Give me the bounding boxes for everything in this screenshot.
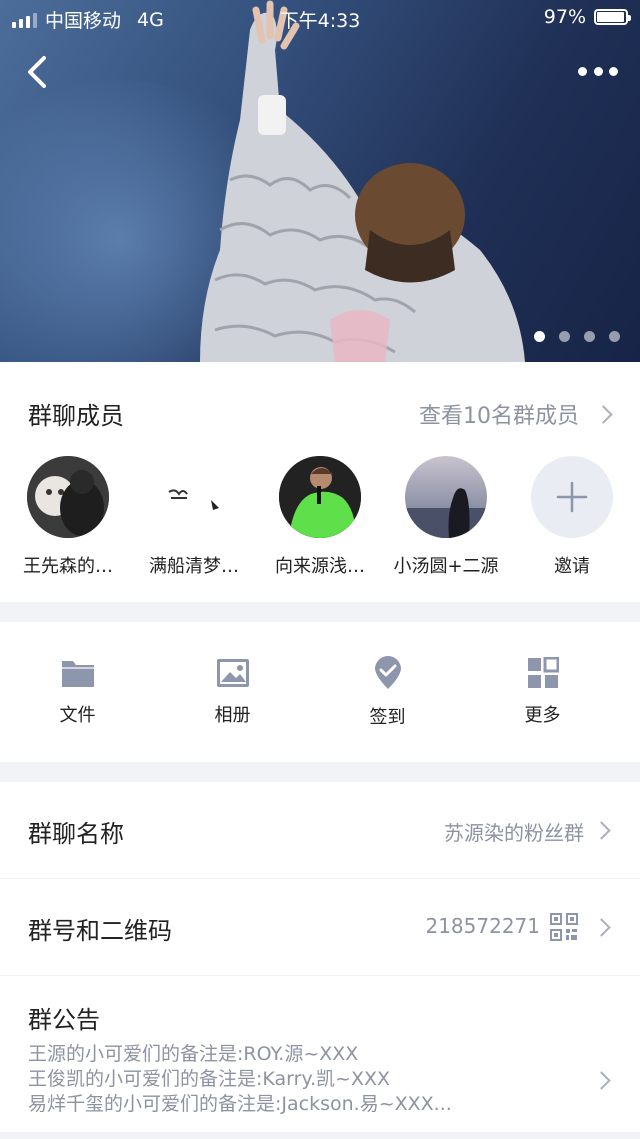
- invite-member-button[interactable]: 邀请: [509, 456, 635, 578]
- group-notice-label: 群公告: [28, 1006, 100, 1034]
- avatar: [153, 456, 235, 538]
- members-section: 群聊成员 查看10名群成员 王先森的… 满船清梦… 向来源浅… 小汤圆+二源 邀…: [0, 362, 640, 602]
- group-name-label: 群聊名称: [28, 820, 124, 848]
- member-name: 满船清梦…: [149, 556, 239, 577]
- section-divider: [0, 602, 640, 622]
- chevron-right-icon: [592, 918, 611, 937]
- folder-icon: [61, 661, 94, 687]
- tool-label: 文件: [59, 705, 96, 726]
- more-dot-icon: [593, 66, 603, 76]
- album-button[interactable]: 相册: [155, 657, 310, 727]
- more-dot-icon: [578, 66, 587, 76]
- qr-code-icon: [550, 913, 578, 941]
- group-name-row[interactable]: 群聊名称 苏源染的粉丝群: [0, 782, 640, 879]
- cover-photo[interactable]: 中国移动 4G 下午4:33 97%: [0, 0, 640, 362]
- image-icon: [216, 659, 249, 687]
- checkin-button[interactable]: 签到: [310, 655, 465, 729]
- files-button[interactable]: 文件: [0, 657, 155, 727]
- member-item[interactable]: 小汤圆+二源: [383, 456, 509, 578]
- more-options-button[interactable]: [578, 56, 618, 86]
- tools-section: 文件 相册 签到 更多: [0, 622, 640, 762]
- more-tools-button[interactable]: 更多: [465, 657, 620, 727]
- checkin-icon: [374, 656, 401, 689]
- chevron-right-icon: [592, 821, 611, 840]
- battery-icon: [594, 9, 631, 25]
- tool-label: 更多: [524, 705, 561, 726]
- group-notice-row[interactable]: 群公告 王源的小可爱们的备注是:ROY.源~XXX 王俊凯的小可爱们的备注是:K…: [0, 976, 640, 1132]
- member-item[interactable]: 向来源浅…: [257, 456, 383, 578]
- plus-icon: [556, 481, 588, 513]
- carousel-dot[interactable]: [584, 331, 595, 342]
- member-item[interactable]: 满船清梦…: [131, 456, 257, 578]
- notice-line: 易烊千玺的小可爱们的备注是:Jackson.易~XXX...: [28, 1093, 452, 1115]
- section-divider: [0, 762, 640, 782]
- avatar: [405, 456, 487, 538]
- group-id-row[interactable]: 群号和二维码 218572271: [0, 879, 640, 976]
- avatar: [279, 456, 361, 538]
- chevron-right-icon: [592, 1071, 611, 1090]
- member-name: 王先森的…: [23, 556, 113, 577]
- grid-icon: [527, 657, 559, 688]
- group-id-label: 群号和二维码: [28, 917, 172, 945]
- invite-label: 邀请: [554, 556, 590, 577]
- carousel-dot[interactable]: [534, 331, 545, 342]
- group-name-value: 苏源染的粉丝群: [444, 821, 584, 845]
- status-bar: 中国移动 4G 下午4:33 97%: [0, 0, 640, 36]
- carousel-dot[interactable]: [559, 331, 570, 342]
- back-button[interactable]: [22, 52, 58, 92]
- members-title: 群聊成员: [28, 402, 124, 430]
- battery-percent: 97%: [543, 6, 586, 28]
- member-name: 向来源浅…: [275, 556, 365, 577]
- notice-line: 王源的小可爱们的备注是:ROY.源~XXX: [28, 1043, 359, 1065]
- chevron-right-icon: [594, 404, 613, 424]
- group-id-value: 218572271: [425, 914, 540, 938]
- member-name: 小汤圆+二源: [393, 556, 499, 577]
- notice-line: 王俊凯的小可爱们的备注是:Karry.凯~XXX: [28, 1068, 391, 1090]
- carousel-dot[interactable]: [609, 331, 620, 342]
- more-dot-icon: [609, 66, 618, 76]
- tool-label: 签到: [369, 707, 406, 728]
- battery-level: [597, 12, 624, 22]
- view-all-label: 查看10名群成员: [419, 404, 579, 429]
- settings-section: 群聊名称 苏源染的粉丝群 群号和二维码 218572271 群公告 王源的小可爱…: [0, 782, 640, 1132]
- chevron-left-icon: [28, 56, 46, 88]
- tool-label: 相册: [214, 705, 251, 726]
- performer-photo: [200, 0, 525, 362]
- avatar: [531, 456, 613, 538]
- view-all-members-link[interactable]: 查看10名群成员: [419, 398, 613, 430]
- member-item[interactable]: 王先森的…: [5, 456, 131, 578]
- carousel-indicator[interactable]: [534, 331, 620, 342]
- avatar: [27, 456, 109, 538]
